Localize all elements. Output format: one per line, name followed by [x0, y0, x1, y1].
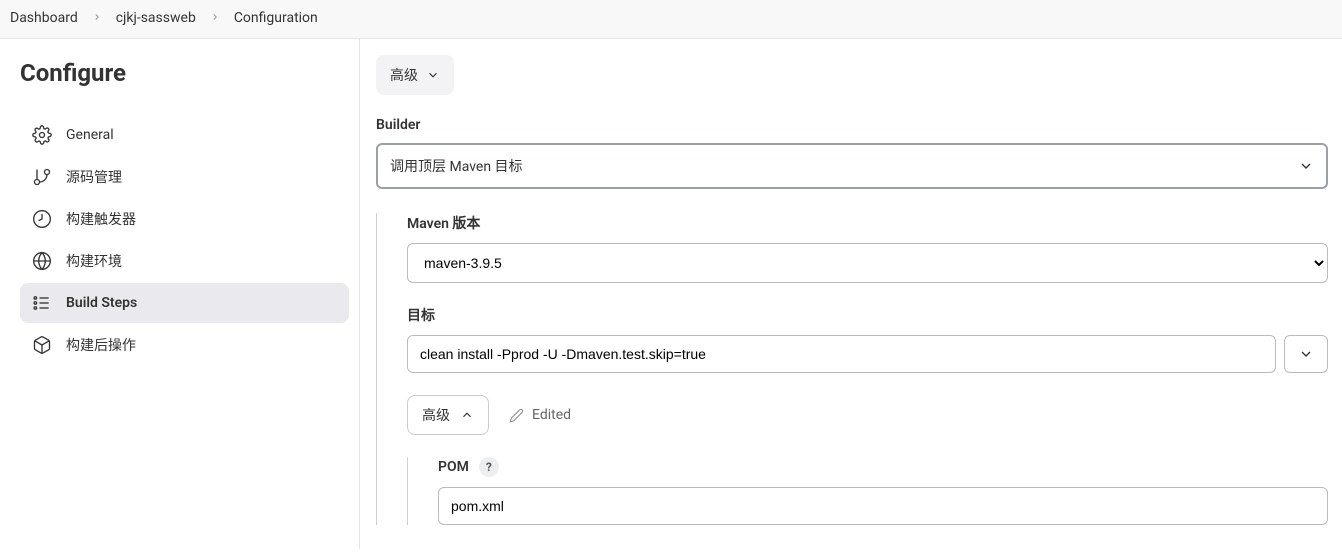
sidebar-item-label: 源码管理	[66, 167, 122, 187]
globe-icon	[32, 251, 52, 271]
builder-select[interactable]: 调用顶层 Maven 目标	[376, 143, 1328, 189]
sidebar-item-triggers[interactable]: 构建触发器	[20, 199, 349, 239]
sidebar-item-label: Build Steps	[66, 295, 137, 311]
goals-expand-button[interactable]	[1284, 335, 1328, 373]
builder-select-value: 调用顶层 Maven 目标	[390, 156, 523, 176]
chevron-down-icon	[1298, 346, 1314, 362]
sidebar-item-build-steps[interactable]: Build Steps	[20, 283, 349, 323]
pom-label: POM	[438, 459, 469, 475]
goals-label: 目标	[407, 305, 1328, 325]
chevron-up-icon	[460, 408, 474, 422]
package-icon	[32, 335, 52, 355]
sidebar-item-label: 构建触发器	[66, 209, 136, 229]
goals-input[interactable]	[407, 335, 1276, 373]
git-branch-icon	[32, 167, 52, 187]
page-title: Configure	[20, 59, 349, 87]
chevron-right-icon	[210, 10, 220, 26]
edited-label: Edited	[532, 407, 571, 423]
advanced-toggle-top[interactable]: 高级	[376, 55, 454, 95]
advanced-label: 高级	[390, 65, 418, 85]
sidebar-item-label: General	[66, 127, 114, 143]
sidebar: Configure General 源码管理 构建触发器 构建环境 Build …	[0, 39, 360, 549]
maven-advanced-block: POM ?	[407, 457, 1328, 525]
clock-icon	[32, 209, 52, 229]
edited-indicator[interactable]: Edited	[509, 407, 571, 423]
sidebar-item-label: 构建后操作	[66, 335, 136, 355]
breadcrumb-item-project[interactable]: cjkj-sassweb	[116, 10, 196, 26]
breadcrumb-item-dashboard[interactable]: Dashboard	[10, 10, 78, 26]
maven-version-select[interactable]: maven-3.9.5	[407, 243, 1328, 283]
maven-advanced-toggle[interactable]: 高级	[407, 395, 489, 435]
sidebar-item-label: 构建环境	[66, 251, 122, 271]
pom-input[interactable]	[438, 487, 1328, 525]
breadcrumb: Dashboard cjkj-sassweb Configuration	[0, 0, 1342, 39]
sidebar-item-scm[interactable]: 源码管理	[20, 157, 349, 197]
sidebar-item-general[interactable]: General	[20, 115, 349, 155]
chevron-down-icon	[426, 68, 440, 82]
advanced-label: 高级	[422, 405, 450, 425]
steps-icon	[32, 293, 52, 313]
gear-icon	[32, 125, 52, 145]
chevron-down-icon	[1298, 158, 1314, 174]
maven-block: Maven 版本 maven-3.9.5 目标 高级	[376, 213, 1328, 525]
breadcrumb-item-configuration[interactable]: Configuration	[234, 10, 318, 26]
chevron-right-icon	[92, 10, 102, 26]
pencil-icon	[509, 408, 524, 423]
sidebar-item-post-build[interactable]: 构建后操作	[20, 325, 349, 365]
help-icon[interactable]: ?	[479, 457, 499, 477]
sidebar-item-environment[interactable]: 构建环境	[20, 241, 349, 281]
content: 高级 Builder 调用顶层 Maven 目标 Maven 版本 maven-…	[360, 39, 1342, 549]
builder-label: Builder	[376, 117, 1328, 133]
maven-version-label: Maven 版本	[407, 213, 1328, 233]
